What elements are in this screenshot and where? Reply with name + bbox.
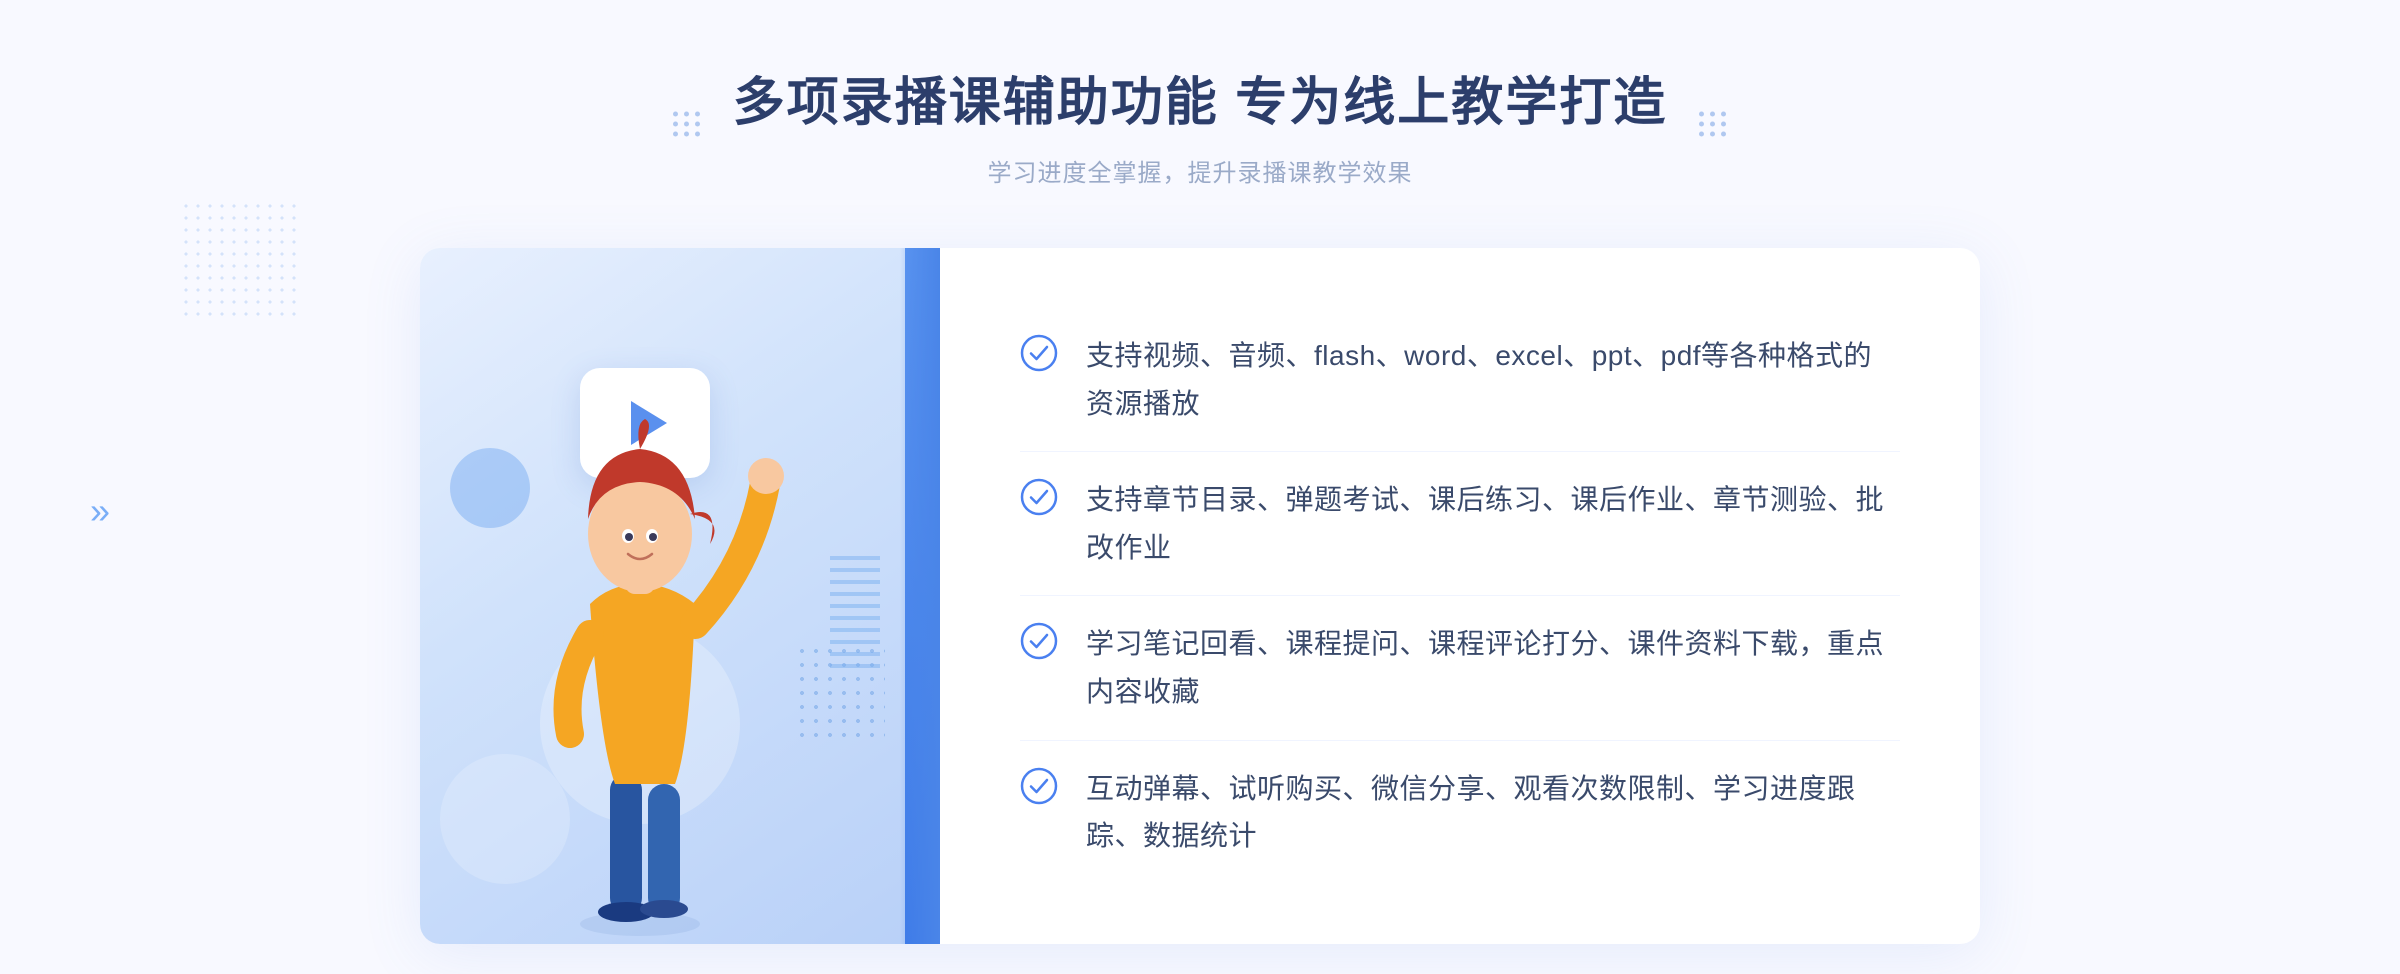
check-icon-2 (1020, 478, 1058, 516)
illustration-panel (420, 248, 940, 944)
stripe-decoration (830, 548, 880, 668)
feature-item-1: 支持视频、音频、flash、word、excel、ppt、pdf等各种格式的资源… (1020, 308, 1900, 452)
header-dots-right (1699, 112, 1727, 137)
main-title: 多项录播课辅助功能 专为线上教学打造 (733, 60, 1667, 135)
chevron-left-decoration: » (90, 490, 110, 532)
feature-item-4: 互动弹幕、试听购买、微信分享、观看次数限制、学习进度跟踪、数据统计 (1020, 741, 1900, 884)
feature-text-4: 互动弹幕、试听购买、微信分享、观看次数限制、学习进度跟踪、数据统计 (1086, 765, 1900, 860)
header-section: 多项录播课辅助功能 专为线上教学打造 学习进度全掌握，提升录播课教学效果 (733, 60, 1667, 188)
check-icon-3 (1020, 622, 1058, 660)
feature-item-2: 支持章节目录、弹题考试、课后练习、课后作业、章节测验、批改作业 (1020, 452, 1900, 596)
header-dots-left (673, 112, 701, 137)
feature-item-3: 学习笔记回看、课程提问、课程评论打分、课件资料下载，重点内容收藏 (1020, 596, 1900, 740)
features-panel: 支持视频、音频、flash、word、excel、ppt、pdf等各种格式的资源… (940, 248, 1980, 944)
sub-title: 学习进度全掌握，提升录播课教学效果 (733, 153, 1667, 188)
page-container: 多项录播课辅助功能 专为线上教学打造 学习进度全掌握，提升录播课教学效果 » (0, 0, 2400, 974)
feature-text-1: 支持视频、音频、flash、word、excel、ppt、pdf等各种格式的资源… (1086, 332, 1900, 427)
blue-sidebar (905, 248, 940, 944)
feature-text-2: 支持章节目录、弹题考试、课后练习、课后作业、章节测验、批改作业 (1086, 476, 1900, 571)
dots-decoration-left (180, 200, 300, 320)
feature-text-3: 学习笔记回看、课程提问、课程评论打分、课件资料下载，重点内容收藏 (1086, 620, 1900, 715)
check-icon-1 (1020, 334, 1058, 372)
content-area: 支持视频、音频、flash、word、excel、ppt、pdf等各种格式的资源… (420, 248, 1980, 944)
check-icon-4 (1020, 767, 1058, 805)
person-figure (470, 364, 810, 944)
